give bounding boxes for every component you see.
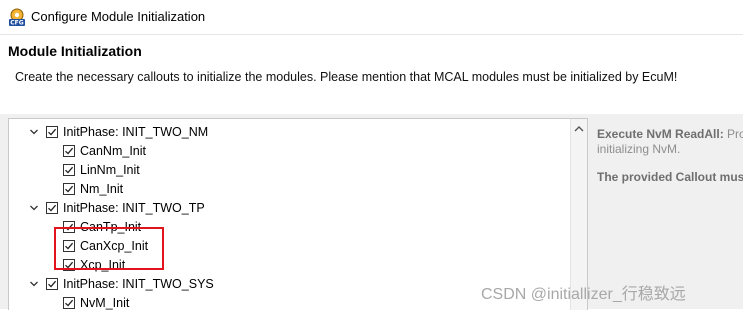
highlight-box — [54, 227, 164, 270]
page-title: Module Initialization — [8, 43, 142, 59]
chevron-down-icon[interactable] — [29, 203, 39, 213]
svg-text:CFG: CFG — [10, 20, 24, 27]
page-description: Create the necessary callouts to initial… — [15, 70, 678, 84]
tree-module-row[interactable]: CanNm_Init — [63, 141, 146, 160]
details-line-1: Execute NvM ReadAll: Pro — [597, 126, 743, 142]
phase-label: InitPhase: INIT_TWO_SYS — [63, 276, 214, 291]
module-checkbox[interactable] — [63, 163, 75, 176]
tree-module-row[interactable]: LinNm_Init — [63, 160, 140, 179]
tree-phase-row[interactable]: InitPhase: INIT_TWO_NM — [29, 122, 208, 141]
tree-phase-row[interactable]: InitPhase: INIT_TWO_SYS — [29, 274, 214, 293]
tree-module-row[interactable]: NvM_Init — [63, 293, 129, 310]
phase-checkbox[interactable] — [46, 277, 58, 290]
watermark: CSDN @initiallizer_行稳致远 — [481, 286, 686, 303]
phase-checkbox[interactable] — [46, 201, 58, 214]
module-label: CanNm_Init — [80, 143, 146, 158]
module-checkbox[interactable] — [63, 296, 75, 309]
window-titlebar: CFG Configure Module Initialization — [0, 0, 743, 34]
details-line-2: initializing NvM. — [597, 142, 681, 156]
scroll-up-icon[interactable] — [574, 125, 584, 133]
window-title: Configure Module Initialization — [31, 9, 206, 24]
chevron-down-icon[interactable] — [29, 279, 39, 289]
chevron-down-icon[interactable] — [29, 127, 39, 137]
phase-checkbox[interactable] — [46, 125, 58, 138]
module-label: NvM_Init — [80, 295, 130, 310]
wizard-header: Module Initialization Create the necessa… — [0, 34, 743, 115]
details-line-1-bold: Execute NvM ReadAll: — [597, 127, 724, 141]
phase-label: InitPhase: INIT_TWO_TP — [63, 200, 205, 215]
tree-module-row[interactable]: Nm_Init — [63, 179, 123, 198]
cfg-app-icon: CFG — [9, 8, 25, 27]
module-checkbox[interactable] — [63, 182, 75, 195]
module-checkbox[interactable] — [63, 144, 75, 157]
phase-label: InitPhase: INIT_TWO_NM — [63, 124, 209, 139]
module-label: LinNm_Init — [80, 162, 140, 177]
module-label: Nm_Init — [80, 181, 124, 196]
tree-phase-row[interactable]: InitPhase: INIT_TWO_TP — [29, 198, 205, 217]
details-line-1-rest: Pro — [727, 127, 743, 141]
details-line-3: The provided Callout mus — [597, 170, 743, 184]
